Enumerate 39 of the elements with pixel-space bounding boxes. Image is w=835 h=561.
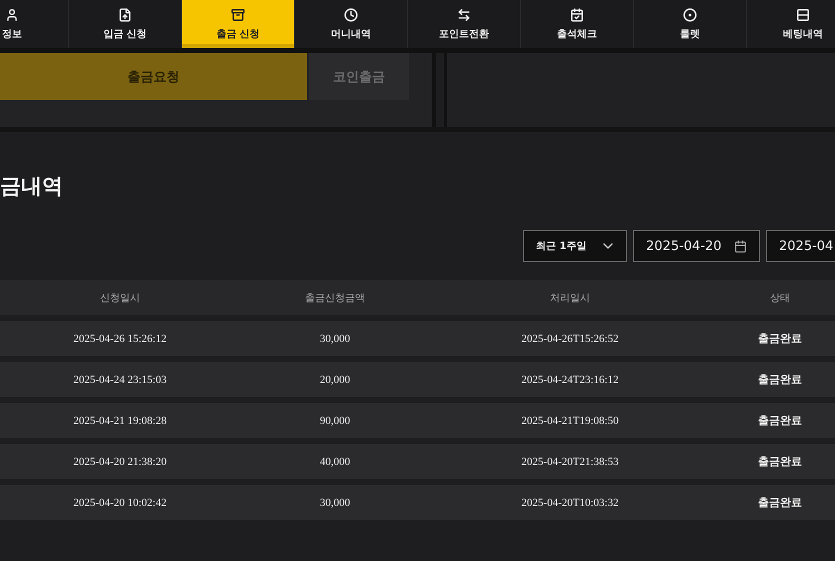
table-cell: 2025-04-20 10:02:42 <box>73 496 167 508</box>
table-cell: 30,000 <box>320 496 350 508</box>
table-cell: 2025-04-24T23:16:12 <box>521 374 619 386</box>
table-cell: 2025-04-21T19:08:50 <box>521 414 619 426</box>
swap-icon <box>457 8 471 22</box>
table-cell: 2025-04-26T15:26:52 <box>521 332 619 344</box>
table-cell: 출금완료 <box>758 331 802 346</box>
period-select[interactable]: 최근 1주일 <box>523 230 627 262</box>
upload-icon <box>118 8 132 22</box>
column-header: 출금신청금액 <box>305 292 365 304</box>
box-icon <box>231 8 245 22</box>
calendar-icon <box>734 240 747 252</box>
column-header: 상태 <box>770 292 790 304</box>
column-header: 신청일시 <box>100 292 140 304</box>
column-header: 처리일시 <box>550 292 590 304</box>
user-icon <box>5 8 19 22</box>
calendar-icon <box>570 8 584 22</box>
list-icon <box>796 8 810 22</box>
table-cell: 출금완료 <box>758 495 802 510</box>
table-cell: 출금완료 <box>758 454 802 469</box>
table-cell: 2025-04-21 19:08:28 <box>73 414 167 426</box>
date-field[interactable]: 2025-04 <box>766 230 835 262</box>
table-cell: 90,000 <box>320 414 350 426</box>
date-field[interactable]: 2025-04-20 <box>633 230 760 262</box>
table-cell: 40,000 <box>320 456 350 468</box>
table-cell: 출금완료 <box>758 413 802 428</box>
clock-icon <box>344 8 358 22</box>
table-cell: 2025-04-20T21:38:53 <box>521 456 619 468</box>
target-icon <box>683 8 697 22</box>
table-cell: 2025-04-26 15:26:12 <box>73 332 167 344</box>
nav-tab[interactable]: 정보 <box>0 0 69 48</box>
table-cell: 30,000 <box>320 332 350 344</box>
table-cell: 2025-04-20T10:03:32 <box>521 496 619 508</box>
table-cell: 출금완료 <box>758 372 802 387</box>
nav-tab[interactable]: 출금 신청 <box>182 0 295 48</box>
table-cell: 2025-04-24 23:15:03 <box>73 374 167 386</box>
section-title: 금내역 <box>0 173 63 200</box>
table-cell: 20,000 <box>320 374 350 386</box>
table-cell: 2025-04-20 21:38:20 <box>73 456 167 468</box>
